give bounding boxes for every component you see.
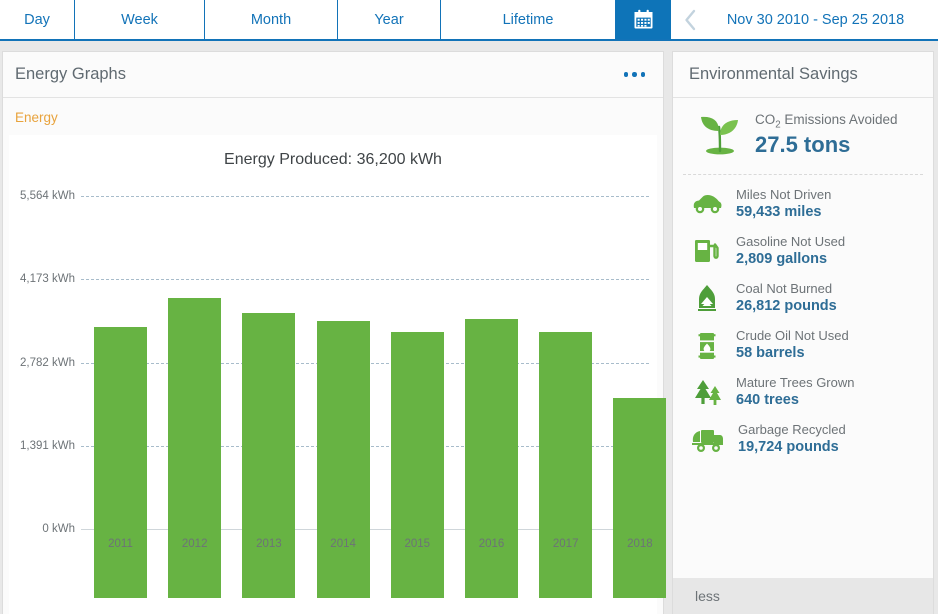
garbage-truck-icon: [692, 430, 723, 453]
oil-barrel-icon: [698, 332, 716, 359]
bar-2018[interactable]: [613, 398, 667, 598]
stat-label: Miles Not Driven: [736, 186, 832, 202]
tab-day[interactable]: Day: [0, 0, 75, 39]
chevron-left-icon: [684, 9, 695, 30]
tab-week[interactable]: Week: [75, 0, 205, 39]
energy-graphs-header: Energy Graphs: [3, 52, 663, 98]
fuel-pump-icon: [695, 240, 719, 263]
stat-gasoline-not-used: Gasoline Not Used 2,809 gallons: [673, 228, 933, 275]
stat-text: Mature Trees Grown 640 trees: [736, 375, 855, 410]
stat-value: 26,812 pounds: [736, 298, 837, 315]
co2-savings-label: CO2 Emissions Avoided: [755, 112, 898, 131]
energy-graphs-card: Energy Graphs Energy Energy Produced: 36…: [2, 51, 667, 614]
tab-week-label: Week: [121, 11, 158, 28]
sprout-icon: [701, 116, 738, 155]
stat-text: Gasoline Not Used 2,809 gallons: [736, 234, 845, 269]
gridline: [81, 196, 649, 197]
stat-label: Mature Trees Grown: [736, 375, 855, 391]
tab-day-label: Day: [24, 11, 50, 28]
co2-savings-text: CO2 Emissions Avoided 27.5 tons: [755, 112, 897, 158]
y-axis-tick-label: 5,564 kWh: [20, 190, 75, 202]
stat-label: Garbage Recycled: [738, 422, 846, 438]
period-tab-bar: Day Week Month Year Lifetime Nov 30 2010…: [0, 0, 938, 41]
more-options-button[interactable]: [623, 72, 645, 77]
bar-2017[interactable]: [539, 332, 593, 598]
x-axis-tick-label: 2015: [404, 538, 431, 550]
bar-2015[interactable]: [390, 332, 444, 598]
stat-text: Miles Not Driven 59,433 miles: [736, 187, 831, 222]
environmental-savings-card: Environmental Savings CO2 Emissions Avoi…: [672, 51, 934, 614]
coal-furnace-icon: [698, 285, 716, 312]
stat-miles-not-driven: Miles Not Driven 59,433 miles: [673, 181, 933, 228]
more-options-icon: [623, 72, 628, 77]
tab-year-label: Year: [374, 11, 404, 28]
stat-text: Garbage Recycled 19,724 pounds: [738, 422, 846, 457]
stat-value: 58 barrels: [736, 345, 805, 362]
co2-savings-value: 27.5 tons: [755, 131, 851, 157]
y-axis-tick-label: 4,173 kWh: [20, 273, 75, 286]
bar-2012[interactable]: [168, 297, 222, 598]
stat-coal-not-burned: Coal Not Burned 26,812 pounds: [673, 275, 933, 322]
series-toggle-energy[interactable]: Energy: [3, 98, 663, 135]
car-icon: [693, 195, 722, 214]
stat-text: Crude Oil Not Used 58 barrels: [736, 328, 849, 363]
x-axis-tick-label: 2017: [552, 538, 579, 550]
tab-month[interactable]: Month: [205, 0, 338, 39]
bar-2011[interactable]: [94, 327, 147, 598]
x-axis-tick-label: 2012: [181, 538, 208, 550]
date-range-display[interactable]: Nov 30 2010 - Sep 25 2018: [709, 0, 938, 39]
stat-garbage-recycled: Garbage Recycled 19,724 pounds: [673, 416, 933, 463]
calendar-icon: [634, 9, 652, 29]
stat-value: 2,809 gallons: [736, 251, 828, 268]
tab-year[interactable]: Year: [338, 0, 441, 39]
bar-2016[interactable]: [465, 318, 518, 598]
bar-2013[interactable]: [242, 313, 296, 598]
gridline: [81, 279, 649, 281]
x-axis-tick-label: 2013: [256, 538, 282, 550]
stat-crude-oil-not-used: Crude Oil Not Used 58 barrels: [673, 322, 933, 369]
calendar-button[interactable]: [616, 0, 671, 39]
previous-period-button[interactable]: [671, 0, 709, 39]
x-axis-tick-label: 2018: [627, 538, 653, 550]
collapse-link[interactable]: less: [673, 578, 933, 614]
y-axis-tick-label: 2,782 kWh: [20, 356, 75, 369]
x-axis-tick-label: 2011: [108, 538, 133, 550]
y-axis-tick-label: 0 kWh: [42, 523, 75, 535]
stat-mature-trees-grown: Mature Trees Grown 640 trees: [673, 369, 933, 416]
dashboard-body: Energy Graphs Energy Energy Produced: 36…: [0, 41, 938, 614]
environmental-savings-title: Environmental Savings: [673, 52, 933, 98]
stat-text: Coal Not Burned 26,812 pounds: [736, 281, 837, 316]
y-axis-tick-label: 1,391 kWh: [20, 439, 75, 452]
page-title: Energy Graphs: [15, 65, 126, 83]
x-axis-tick-label: 2014: [330, 538, 356, 550]
x-axis-tick-label: 2016: [478, 538, 505, 550]
stat-label: Gasoline Not Used: [736, 233, 846, 249]
stat-value: 640 trees: [736, 392, 799, 409]
tab-month-label: Month: [250, 11, 292, 28]
date-range-text: Nov 30 2010 - Sep 25 2018: [726, 11, 905, 28]
savings-stat-list: Miles Not Driven 59,433 miles Gasoline N…: [673, 175, 933, 464]
co2-savings-row: CO2 Emissions Avoided 27.5 tons: [683, 98, 923, 175]
tab-lifetime-label: Lifetime: [502, 11, 554, 28]
stat-value: 19,724 pounds: [738, 439, 839, 456]
stat-value: 59,433 miles: [736, 203, 822, 220]
chart-plot-area: Energy Produced: 36,200 kWh 0 kWh 1,391 k…: [9, 135, 667, 614]
tab-lifetime[interactable]: Lifetime: [441, 0, 616, 39]
stat-label: Crude Oil Not Used: [736, 327, 849, 343]
stat-label: Coal Not Burned: [736, 280, 833, 296]
bar-chart[interactable]: 0 kWh 1,391 kWh 2,782 kWh 4,173 kWh 5,564 kW…: [9, 135, 667, 614]
trees-icon: [695, 379, 721, 405]
bar-2014[interactable]: [316, 321, 370, 598]
